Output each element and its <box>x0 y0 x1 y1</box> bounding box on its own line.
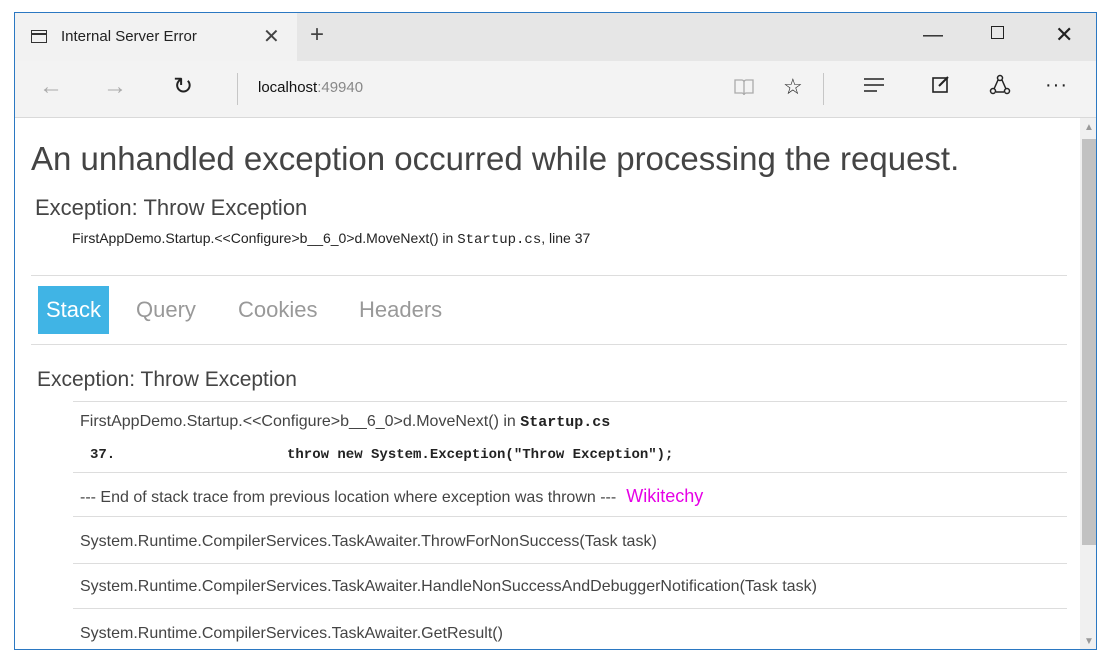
stack-frame[interactable]: System.Runtime.CompilerServices.TaskAwai… <box>80 625 503 643</box>
divider <box>31 344 1067 345</box>
page-title: An unhandled exception occurred while pr… <box>31 140 960 177</box>
end-of-trace-text: --- End of stack trace from previous loc… <box>80 489 617 506</box>
frame-file: Startup.cs <box>520 414 611 431</box>
new-tab-button[interactable]: + <box>310 21 324 49</box>
refresh-icon[interactable]: ↻ <box>173 72 193 101</box>
divider <box>73 608 1067 609</box>
reading-view-icon[interactable] <box>734 76 754 96</box>
page-content: An unhandled exception occurred while pr… <box>15 118 1080 649</box>
scroll-down-icon[interactable]: ▼ <box>1084 636 1094 647</box>
code-line-number: 37. <box>90 447 116 463</box>
page-icon <box>31 30 47 43</box>
divider <box>31 275 1067 276</box>
back-arrow-icon[interactable]: ← <box>39 73 63 101</box>
maximize-button[interactable] <box>991 26 1004 39</box>
divider <box>237 73 238 105</box>
stack-frame[interactable]: FirstAppDemo.Startup.<<Configure>b__6_0>… <box>80 413 610 431</box>
stack-frame-separator: --- End of stack trace from previous loc… <box>80 486 703 507</box>
exception-title: Exception: Throw Exception <box>35 195 308 220</box>
exception-location: FirstAppDemo.Startup.<<Configure>b__6_0>… <box>72 230 590 248</box>
vertical-scrollbar[interactable]: ▲ ▼ <box>1080 118 1096 649</box>
watermark-text: Wikitechy <box>626 486 704 506</box>
location-line: , line 37 <box>541 230 591 246</box>
url-port: :49940 <box>317 79 364 96</box>
close-window-button[interactable]: ✕ <box>1055 22 1073 48</box>
tab-query[interactable]: Query <box>136 286 196 334</box>
divider <box>73 516 1067 517</box>
divider <box>823 73 824 105</box>
divider <box>73 563 1067 564</box>
web-note-icon[interactable] <box>931 74 951 100</box>
location-file: Startup.cs <box>457 232 542 248</box>
tab-stack[interactable]: Stack <box>38 286 110 334</box>
scroll-up-icon[interactable]: ▲ <box>1084 122 1094 133</box>
stack-exception-title: Exception: Throw Exception <box>37 368 297 391</box>
scrollbar-thumb[interactable] <box>1082 139 1096 545</box>
tab-close-icon[interactable]: ✕ <box>263 24 280 49</box>
browser-tab[interactable]: Internal Server Error ✕ <box>15 13 297 61</box>
favorite-star-icon[interactable]: ☆ <box>783 74 803 100</box>
tab-title: Internal Server Error <box>61 28 197 45</box>
hub-icon[interactable] <box>863 74 885 100</box>
navigation-bar: ← → ↻ localhost:49940 ☆ ··· <box>15 61 1096 118</box>
location-method: FirstAppDemo.Startup.<<Configure>b__6_0>… <box>72 230 458 246</box>
stack-frame[interactable]: System.Runtime.CompilerServices.TaskAwai… <box>80 533 657 551</box>
url-host: localhost <box>258 79 318 96</box>
forward-arrow-icon[interactable]: → <box>103 73 127 101</box>
address-bar[interactable]: localhost:49940 <box>258 79 363 96</box>
code-line: throw new System.Exception("Throw Except… <box>287 447 674 463</box>
share-icon[interactable] <box>989 74 1011 102</box>
stack-frame[interactable]: System.Runtime.CompilerServices.TaskAwai… <box>80 578 817 596</box>
tab-cookies[interactable]: Cookies <box>238 286 317 334</box>
divider <box>73 472 1067 473</box>
minimize-button[interactable]: — <box>923 24 943 47</box>
divider <box>73 401 1067 402</box>
tab-bar: Internal Server Error ✕ + — ✕ <box>15 13 1096 61</box>
more-icon[interactable]: ··· <box>1045 74 1068 97</box>
tab-headers[interactable]: Headers <box>359 286 442 334</box>
frame-method: FirstAppDemo.Startup.<<Configure>b__6_0>… <box>80 413 521 430</box>
browser-window: Internal Server Error ✕ + — ✕ ← → ↻ loca… <box>14 12 1097 650</box>
